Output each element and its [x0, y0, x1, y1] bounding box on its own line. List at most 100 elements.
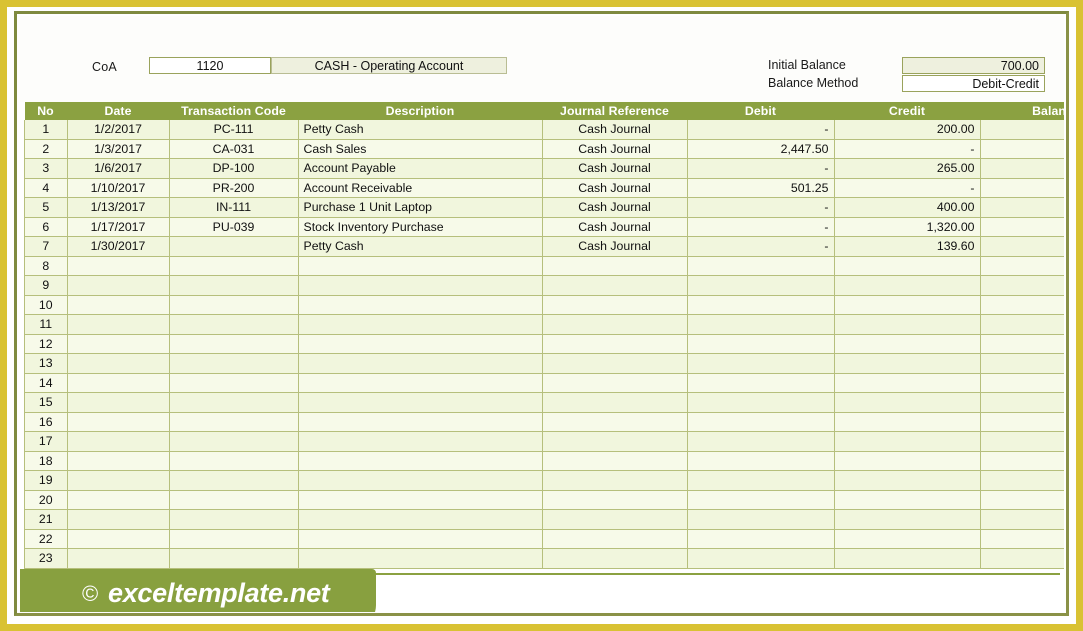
cell-balance[interactable] [980, 314, 1064, 335]
cell-ref[interactable] [542, 548, 688, 569]
cell-debit[interactable] [687, 256, 835, 276]
cell-balance[interactable] [980, 490, 1064, 510]
cell-code[interactable] [169, 548, 299, 569]
cell-debit[interactable]: - [687, 236, 835, 257]
cell-desc[interactable] [298, 392, 543, 413]
cell-balance[interactable] [980, 334, 1064, 354]
cell-code[interactable] [169, 236, 299, 257]
column-header-debit[interactable]: Debit [687, 102, 835, 120]
cell-no[interactable]: 5 [24, 197, 68, 218]
cell-debit[interactable]: - [687, 120, 835, 140]
column-header-code[interactable]: Transaction Code [169, 102, 299, 120]
cell-no[interactable]: 1 [24, 120, 68, 140]
cell-debit[interactable] [687, 353, 835, 374]
cell-ref[interactable] [542, 431, 688, 452]
cell-ref[interactable] [542, 334, 688, 354]
cell-credit[interactable] [834, 373, 981, 393]
cell-debit[interactable] [687, 295, 835, 315]
cell-ref[interactable] [542, 451, 688, 471]
cell-desc[interactable] [298, 256, 543, 276]
cell-date[interactable] [67, 470, 170, 491]
cell-code[interactable] [169, 431, 299, 452]
cell-debit[interactable] [687, 451, 835, 471]
column-header-credit[interactable]: Credit [834, 102, 981, 120]
cell-ref[interactable] [542, 353, 688, 374]
table-row[interactable]: 4 1/10/2017 PR-200 Account Receivable Cash J… [24, 178, 1064, 198]
cell-debit[interactable]: 501.25 [687, 178, 835, 198]
cell-desc[interactable] [298, 275, 543, 296]
cell-desc[interactable] [298, 334, 543, 354]
table-row[interactable]: 23 [24, 548, 1064, 569]
cell-code[interactable] [169, 373, 299, 393]
cell-date[interactable] [67, 256, 170, 276]
cell-no[interactable]: 3 [24, 158, 68, 179]
cell-no[interactable]: 2 [24, 139, 68, 159]
cell-code[interactable] [169, 451, 299, 471]
cell-debit[interactable] [687, 275, 835, 296]
cell-credit[interactable]: 1,320.00 [834, 217, 981, 237]
cell-date[interactable] [67, 334, 170, 354]
cell-ref[interactable]: Cash Journal [542, 120, 688, 140]
cell-debit[interactable] [687, 373, 835, 393]
cell-balance[interactable] [980, 412, 1064, 432]
table-row[interactable]: 71/30/2017 Petty CashCash Journal-139.601… [24, 236, 1064, 257]
cell-credit[interactable]: - [834, 139, 981, 159]
cell-credit[interactable] [834, 548, 981, 569]
table-row[interactable]: 1 1/2/2017 PC-111 Petty Cash Cash Journal -20… [24, 120, 1064, 140]
cell-ref[interactable] [542, 509, 688, 530]
cell-desc[interactable] [298, 314, 543, 335]
cell-no[interactable]: 22 [24, 529, 68, 549]
cell-balance[interactable] [980, 373, 1064, 393]
cell-credit[interactable] [834, 529, 981, 549]
cell-debit[interactable] [687, 314, 835, 335]
cell-balance[interactable] [980, 431, 1064, 452]
coa-name-field[interactable]: CASH - Operating Account [271, 57, 507, 74]
cell-debit[interactable] [687, 529, 835, 549]
cell-debit[interactable] [687, 334, 835, 354]
table-row[interactable]: 9 [24, 275, 1064, 296]
cell-ref[interactable] [542, 392, 688, 413]
cell-code[interactable]: IN-111 [169, 197, 299, 218]
cell-date[interactable] [67, 529, 170, 549]
cell-debit[interactable] [687, 548, 835, 569]
table-row[interactable]: 22 [24, 529, 1064, 549]
cell-ref[interactable]: Cash Journal [542, 197, 688, 218]
table-row[interactable]: 14 [24, 373, 1064, 393]
table-row[interactable]: 21 [24, 509, 1064, 530]
cell-date[interactable]: 1/17/2017 [67, 217, 170, 237]
cell-credit[interactable]: 200.00 [834, 120, 981, 140]
cell-balance[interactable]: 2,682.50 [980, 158, 1064, 179]
cell-debit[interactable] [687, 431, 835, 452]
cell-ref[interactable]: Cash Journal [542, 178, 688, 198]
coa-code-input[interactable]: 1120 [149, 57, 271, 74]
cell-code[interactable] [169, 314, 299, 335]
cell-desc[interactable] [298, 451, 543, 471]
cell-desc[interactable]: Account Payable [298, 158, 543, 179]
cell-desc[interactable]: Petty Cash [298, 120, 543, 140]
cell-date[interactable] [67, 431, 170, 452]
cell-credit[interactable] [834, 353, 981, 374]
table-row[interactable]: 8 [24, 256, 1064, 276]
cell-credit[interactable]: 400.00 [834, 197, 981, 218]
cell-no[interactable]: 7 [24, 236, 68, 257]
cell-balance[interactable] [980, 275, 1064, 296]
table-row[interactable]: 2 1/3/2017 CA-031 Cash Sales Cash Journal 2,4… [24, 139, 1064, 159]
cell-balance[interactable]: 1,324.15 [980, 236, 1064, 257]
cell-date[interactable]: 1/10/2017 [67, 178, 170, 198]
table-row[interactable]: 13 [24, 353, 1064, 374]
cell-credit[interactable] [834, 334, 981, 354]
cell-ref[interactable]: Cash Journal [542, 158, 688, 179]
cell-credit[interactable] [834, 314, 981, 335]
cell-ref[interactable]: Cash Journal [542, 217, 688, 237]
column-header-balance[interactable]: Balance [980, 102, 1064, 120]
cell-code[interactable] [169, 529, 299, 549]
cell-no[interactable]: 4 [24, 178, 68, 198]
cell-credit[interactable] [834, 256, 981, 276]
cell-desc[interactable] [298, 353, 543, 374]
cell-balance[interactable]: 2,783.75 [980, 197, 1064, 218]
cell-code[interactable] [169, 353, 299, 374]
cell-desc[interactable] [298, 529, 543, 549]
cell-credit[interactable] [834, 275, 981, 296]
cell-code[interactable]: DP-100 [169, 158, 299, 179]
cell-balance[interactable] [980, 529, 1064, 549]
